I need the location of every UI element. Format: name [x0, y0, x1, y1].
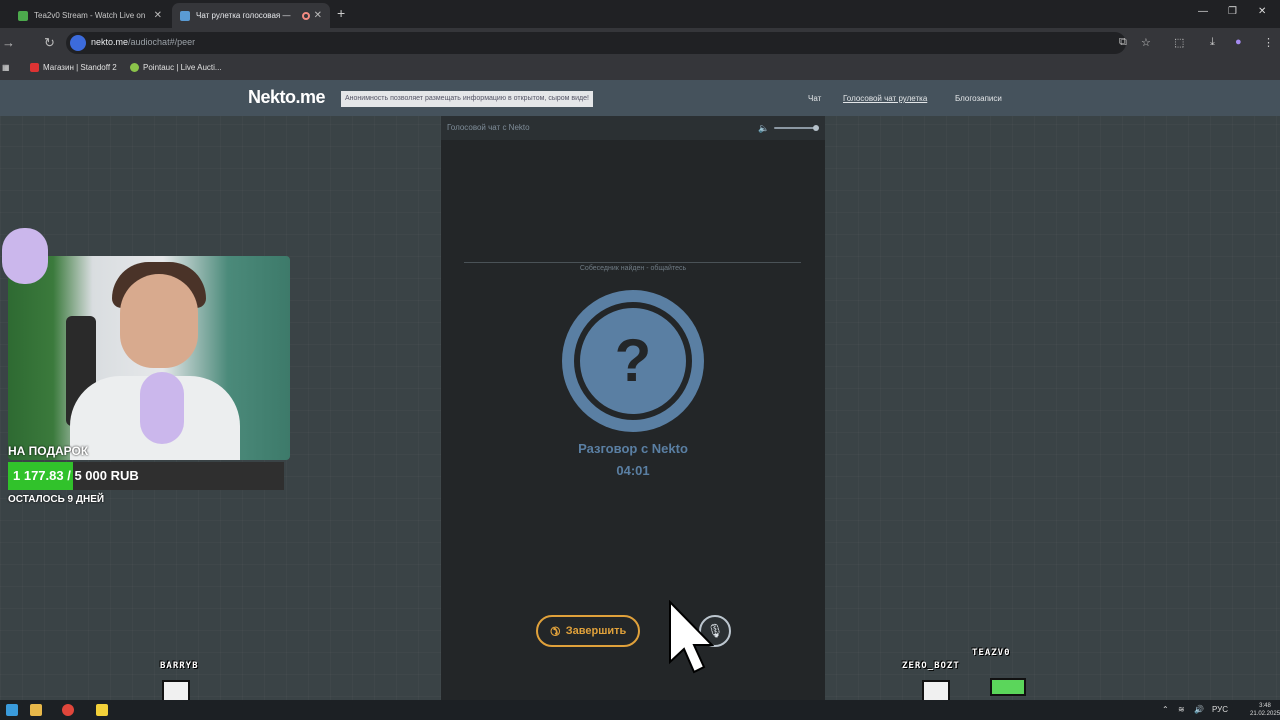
- panel-title: Голосовой чат с Nekto: [447, 123, 530, 132]
- chrome-icon[interactable]: [62, 704, 74, 716]
- volume-icon[interactable]: 🔈: [758, 123, 769, 134]
- download-icon[interactable]: ⤓: [1210, 36, 1215, 49]
- url-path: /audiochat#/peer: [128, 37, 196, 47]
- gift-days-left: ОСТАЛОСЬ 9 ДНЕЙ: [8, 494, 105, 505]
- gift-amount: 1 177.83 / 5 000 RUB: [13, 468, 139, 483]
- bookmark-item[interactable]: Магазин | Standoff 2: [30, 63, 117, 72]
- address-toolbar: → ↻ nekto.me/audiochat#/peer ⧉ ☆ ⬚ ⤓ ● ⋮: [0, 28, 1280, 58]
- start-icon[interactable]: [6, 704, 18, 716]
- file-explorer-icon[interactable]: [30, 704, 42, 716]
- pointauc-favicon-icon: [130, 63, 139, 72]
- question-mark-icon: ?: [614, 327, 652, 394]
- conversation-title: Разговор с Nekto: [578, 441, 688, 456]
- screen: Tea2v0 Stream - Watch Live on ✕ Чат руле…: [0, 0, 1280, 720]
- close-window-icon[interactable]: ✕: [1258, 6, 1266, 17]
- wifi-icon[interactable]: ≋: [1178, 705, 1185, 714]
- profile-icon[interactable]: ●: [1235, 36, 1242, 48]
- bookmark-star-icon[interactable]: ☆: [1141, 36, 1151, 49]
- phone-hangup-icon: ✆: [546, 622, 564, 640]
- bookmark-label: Pointauc | Live Aucti...: [143, 63, 222, 72]
- volume-tray-icon[interactable]: 🔊: [1194, 705, 1204, 714]
- app-icon[interactable]: [96, 704, 108, 716]
- gift-goal-label: НА ПОДАРОК: [8, 444, 89, 458]
- menu-icon[interactable]: ⋮: [1263, 36, 1274, 49]
- tray-chevron-icon[interactable]: ⌃: [1162, 705, 1169, 714]
- browser-tab-bar: Tea2v0 Stream - Watch Live on ✕ Чат руле…: [0, 0, 1280, 28]
- extensions-icon[interactable]: ⬚: [1174, 36, 1184, 49]
- close-tab-icon[interactable]: ✕: [314, 10, 322, 21]
- site-logo[interactable]: Nekto.me: [248, 87, 326, 108]
- bookmark-item[interactable]: Pointauc | Live Aucti...: [130, 63, 222, 72]
- chatter-name: ZERO_BOZT: [902, 661, 960, 671]
- panel-header: Голосовой чат с Nekto 🔈: [441, 116, 825, 140]
- close-tab-icon[interactable]: ✕: [154, 10, 162, 21]
- bookmarks-bar: ▦ Магазин | Standoff 2 Pointauc | Live A…: [0, 58, 1280, 80]
- end-call-label: Завершить: [565, 625, 627, 637]
- call-timer: 04:01: [616, 463, 650, 478]
- maximize-icon[interactable]: ❐: [1228, 6, 1237, 17]
- gift-progress-bar: 1 177.83 / 5 000 RUB: [8, 462, 284, 490]
- reload-icon[interactable]: ↻: [44, 35, 55, 51]
- tab-title: Чат рулетка голосовая —: [196, 11, 291, 20]
- chatter-name: TEAZV0: [972, 648, 1011, 658]
- tab-nekto[interactable]: Чат рулетка голосовая — ✕: [172, 3, 330, 28]
- mouse-cursor-icon: [669, 600, 714, 674]
- cast-icon[interactable]: ⧉: [1119, 36, 1127, 49]
- new-tab-icon[interactable]: +: [337, 5, 345, 21]
- webcam-face: [120, 274, 198, 368]
- site-header: Nekto.me Анонимность позволяет размещать…: [0, 80, 1280, 116]
- forward-icon[interactable]: →: [2, 35, 15, 50]
- plush-toy-sticker: [2, 228, 48, 284]
- clock-date: 21.02.2025: [1250, 711, 1280, 717]
- minimize-icon[interactable]: —: [1198, 6, 1208, 17]
- chatter-sprite: [162, 680, 190, 702]
- taskbar-clock[interactable]: 3:48 21.02.2025: [1250, 702, 1280, 718]
- chatter-sprite: [990, 678, 1026, 696]
- nav-link-chat[interactable]: Чат: [808, 94, 821, 103]
- nekto-favicon-icon: [180, 10, 190, 21]
- nav-link-voice-chat[interactable]: Голосовой чат рулетка: [843, 94, 927, 103]
- tab-title: Tea2v0 Stream - Watch Live on: [34, 11, 146, 20]
- taskbar: ⌃ ≋ 🔊 РУС 3:48 21.02.2025: [0, 700, 1280, 720]
- url-host: nekto.me: [91, 37, 129, 47]
- volume-slider-handle[interactable]: [813, 125, 819, 131]
- nav-link-blog[interactable]: Блогозаписи: [955, 94, 1002, 103]
- site-info-icon[interactable]: [70, 35, 86, 51]
- volume-slider[interactable]: [774, 127, 818, 129]
- chatter-sprite: [922, 680, 950, 702]
- language-indicator[interactable]: РУС: [1212, 705, 1228, 714]
- tab-twitch[interactable]: Tea2v0 Stream - Watch Live on ✕: [10, 3, 170, 28]
- end-call-button[interactable]: ✆ Завершить: [536, 615, 640, 647]
- site-notice: Анонимность позволяет размещать информац…: [341, 91, 593, 107]
- chatter-name: BARRYB: [160, 661, 199, 671]
- twitch-favicon-icon: [18, 10, 28, 21]
- url-bar[interactable]: nekto.me/audiochat#/peer: [66, 32, 1126, 54]
- peer-avatar: ?: [562, 290, 704, 432]
- standoff-favicon-icon: [30, 63, 39, 72]
- clock-time: 3:48: [1259, 703, 1271, 709]
- apps-grid-icon[interactable]: ▦: [2, 63, 10, 72]
- plush-toy-in-hand: [140, 372, 184, 444]
- voice-chat-panel: Голосовой чат с Nekto 🔈 Собеседник найде…: [441, 116, 825, 700]
- bookmark-label: Магазин | Standoff 2: [43, 63, 117, 72]
- connection-status: Собеседник найден - общайтесь: [574, 265, 692, 272]
- recording-icon: [301, 11, 310, 20]
